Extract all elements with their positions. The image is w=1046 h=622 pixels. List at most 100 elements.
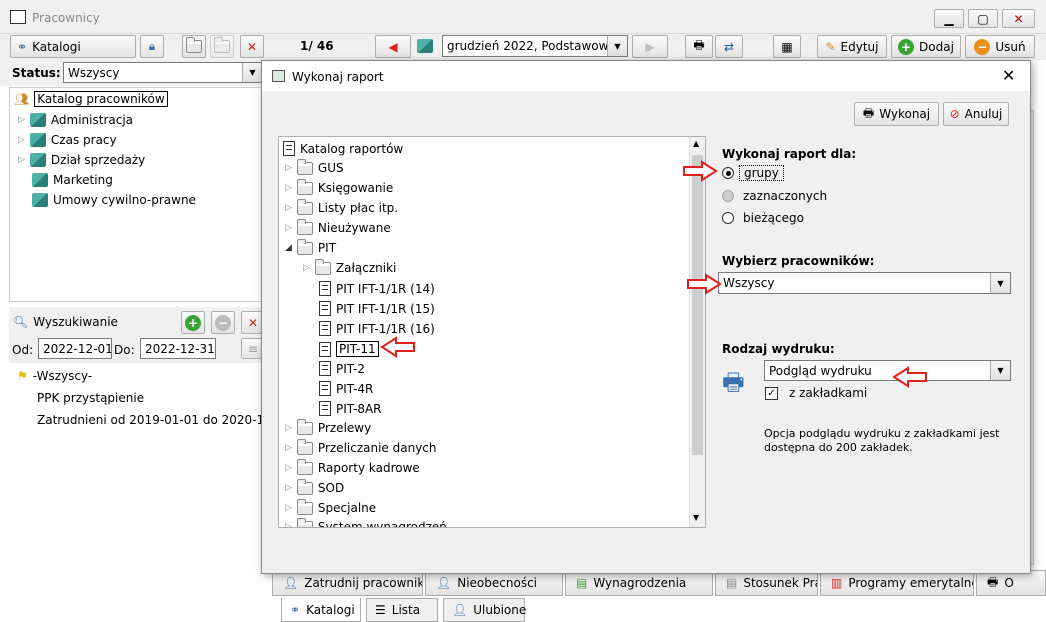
- add-folder-button[interactable]: [182, 35, 206, 58]
- list-item[interactable]: PPK przystąpienie: [37, 391, 144, 405]
- tree-scrollbar[interactable]: ▲ ▼: [689, 137, 705, 527]
- close-window-button[interactable]: ✕: [1002, 9, 1035, 28]
- report-tree-root[interactable]: Katalog raportów: [283, 141, 403, 156]
- report-item[interactable]: PIT IFT-1/1R (14): [319, 281, 435, 296]
- list-item[interactable]: ⚑ -Wszyscy-: [17, 369, 92, 383]
- to-date-input[interactable]: 2022-12-31: [140, 338, 216, 359]
- tree-folder[interactable]: ▷ Załączniki: [303, 258, 396, 275]
- report-item[interactable]: PIT-4R: [319, 381, 373, 396]
- tree-folder[interactable]: ▷ Specjalne: [285, 498, 376, 515]
- remove-folder-button[interactable]: [210, 35, 234, 58]
- expand-icon[interactable]: ▷: [285, 203, 292, 213]
- maximize-button[interactable]: ▢: [968, 9, 998, 28]
- dialog-scrollbar[interactable]: [1014, 136, 1030, 528]
- document-icon: [319, 361, 331, 376]
- expand-icon[interactable]: ▷: [285, 223, 292, 233]
- lock-button[interactable]: 🔒︎: [140, 35, 164, 58]
- next-button[interactable]: ▶: [632, 35, 668, 58]
- user-icon: 👤︎: [436, 576, 452, 590]
- radio-grupy[interactable]: grupy: [722, 165, 784, 181]
- tree-item[interactable]: ▷ Dział sprzedaży: [18, 153, 145, 167]
- radio-disabled[interactable]: [722, 190, 734, 202]
- print-type-select[interactable]: Podgląd wydruku ▼: [764, 360, 1011, 381]
- tree-folder[interactable]: ▷ SOD: [285, 478, 344, 495]
- chevron-down-icon: ▼: [990, 273, 1010, 293]
- expand-icon[interactable]: ▷: [18, 155, 25, 165]
- scroll-up-icon[interactable]: ▲: [693, 139, 699, 148]
- folder-icon: [296, 458, 313, 475]
- collapse-icon[interactable]: ◢: [285, 243, 292, 253]
- delete-button[interactable]: − Usuń: [965, 35, 1035, 58]
- tree-folder[interactable]: ◢ PIT: [285, 238, 336, 255]
- list-item[interactable]: Zatrudnieni od 2019-01-01 do 2020-12-31: [37, 413, 291, 427]
- radio-unchecked[interactable]: [722, 212, 734, 224]
- tree-item[interactable]: Umowy cywilno-prawne: [32, 193, 196, 207]
- radio-checked[interactable]: [722, 167, 734, 179]
- tab-lista[interactable]: ☰ Lista: [366, 598, 438, 622]
- add-button[interactable]: + Dodaj: [891, 35, 961, 58]
- dialog-close-icon[interactable]: ✕: [1002, 66, 1015, 85]
- employees-select[interactable]: Wszyscy ▼: [718, 272, 1011, 294]
- book-icon: [29, 113, 46, 127]
- tree-folder[interactable]: ▷ GUS: [285, 158, 344, 175]
- scroll-thumb[interactable]: [692, 155, 703, 455]
- folder-icon: [296, 158, 313, 175]
- export-button[interactable]: ⇄: [715, 35, 743, 58]
- minimize-button[interactable]: ▁: [934, 9, 964, 28]
- document-icon: [319, 301, 331, 316]
- folder-icon: [296, 438, 313, 455]
- print-button[interactable]: 🖶: [685, 35, 713, 58]
- period-select[interactable]: grudzień 2022, Podstawowy ▼: [442, 35, 628, 57]
- cancel-button[interactable]: ⊘ Anuluj: [943, 102, 1009, 126]
- tree-folder[interactable]: ▷ Przelewy: [285, 418, 371, 435]
- checkbox-checked[interactable]: ✓: [765, 386, 778, 400]
- columns-button[interactable]: ▦: [773, 35, 801, 58]
- run-button[interactable]: 🖶 Wykonaj: [854, 102, 939, 126]
- from-date-input[interactable]: 2022-12-01: [38, 338, 112, 359]
- expand-icon[interactable]: ▷: [285, 423, 292, 433]
- tree-item[interactable]: Marketing: [32, 173, 113, 187]
- status-select[interactable]: Wszyscy ▼: [63, 62, 263, 83]
- expand-icon[interactable]: ▷: [285, 522, 292, 527]
- expand-icon[interactable]: ▷: [285, 503, 292, 513]
- report-item-selected[interactable]: PIT-11: [319, 341, 379, 357]
- expand-icon[interactable]: ▷: [285, 483, 292, 493]
- folder-icon: [296, 418, 313, 435]
- tree-root[interactable]: 👥︎ Katalog pracowników: [14, 91, 168, 107]
- expand-icon[interactable]: ▷: [285, 163, 292, 173]
- bookmarks-checkbox[interactable]: ✓ z zakładkami: [765, 386, 867, 400]
- expand-icon[interactable]: ▷: [18, 115, 25, 125]
- radio-biezacego[interactable]: bieżącego: [722, 211, 804, 225]
- tree-folder[interactable]: ▷ Listy płac itp.: [285, 198, 398, 215]
- tab-ulubione[interactable]: 👤︎ Ulubione: [443, 598, 526, 622]
- dialog-titlebar: Wykonaj raport ✕: [262, 61, 1030, 91]
- report-item[interactable]: PIT-2: [319, 361, 365, 376]
- expand-icon[interactable]: ▷: [285, 463, 292, 473]
- tree-folder[interactable]: ▷ Nieużywane: [285, 218, 391, 235]
- report-item[interactable]: PIT-8AR: [319, 401, 382, 416]
- tree-folder[interactable]: ▷ Księgowanie: [285, 178, 393, 195]
- folder-icon: [296, 198, 313, 215]
- tree-folder[interactable]: ▷ System wynagrodzeń: [285, 517, 447, 527]
- report-item[interactable]: PIT IFT-1/1R (15): [319, 301, 435, 316]
- tree-folder[interactable]: ▷ Przeliczanie danych: [285, 438, 437, 455]
- tree-item[interactable]: ▷ Administracja: [18, 113, 133, 127]
- expand-icon[interactable]: ▷: [285, 443, 292, 453]
- close-list-button[interactable]: ✕: [240, 35, 264, 58]
- report-item[interactable]: PIT IFT-1/1R (16): [319, 321, 435, 336]
- document-icon: [319, 341, 331, 357]
- search-add-button[interactable]: +: [181, 311, 205, 334]
- tab-katalogi[interactable]: ⚭ Katalogi: [281, 598, 361, 622]
- tree-item[interactable]: ▷ Czas pracy: [18, 133, 117, 147]
- expand-icon[interactable]: ▷: [285, 183, 292, 193]
- scroll-down-icon[interactable]: ▼: [693, 513, 699, 522]
- expand-icon[interactable]: ▷: [303, 263, 310, 273]
- magnifier-icon: 🔍︎: [13, 315, 29, 329]
- katalogi-button[interactable]: ⚭ Katalogi: [10, 35, 136, 58]
- edit-button[interactable]: ✎ Edytuj: [817, 35, 887, 58]
- radio-zaznaczonych[interactable]: zaznaczonych: [722, 189, 827, 203]
- search-remove-button[interactable]: −: [211, 311, 235, 334]
- prev-button[interactable]: ◀: [375, 35, 411, 58]
- expand-icon[interactable]: ▷: [18, 135, 25, 145]
- tree-folder[interactable]: ▷ Raporty kadrowe: [285, 458, 420, 475]
